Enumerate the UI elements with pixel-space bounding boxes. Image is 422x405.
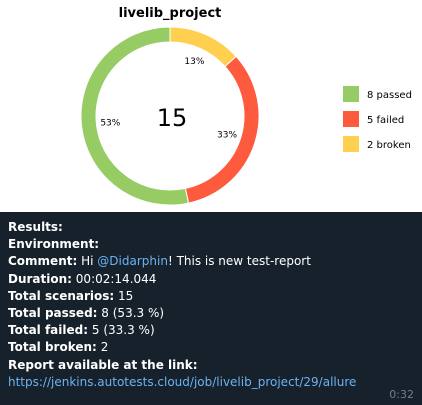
user-mention-link[interactable]: @Didarphin <box>97 254 168 268</box>
environment-heading: Environment: <box>8 237 100 252</box>
failed-line: Total failed: 5 (33.3 %) <box>8 322 356 339</box>
results-heading: Results: <box>8 220 63 234</box>
failed-label: Total failed: <box>8 323 89 338</box>
comment-greeting: Hi <box>81 254 94 269</box>
passed-value: 8 (53.3 %) <box>101 306 165 321</box>
failed-value: 5 (33.3 %) <box>91 323 155 338</box>
message-bubble: Results: Environment: Comment: Hi @Didar… <box>0 212 422 405</box>
comment-label: Comment: <box>8 254 78 269</box>
donut-chart: livelib_project 13% 33% 53% 15 8 passed 5 f… <box>80 6 412 206</box>
duration-label: Duration: <box>8 271 72 286</box>
broken-line: Total broken: 2 <box>8 339 356 356</box>
scenarios-value: 15 <box>118 288 134 303</box>
duration-value: 00:02:14.044 <box>75 271 157 286</box>
comment-text: ! This is new test-report <box>167 254 311 269</box>
broken-value: 2 <box>100 340 109 355</box>
slice-percent-label: 53% <box>100 118 120 128</box>
slice-percent-label: 13% <box>184 57 204 67</box>
slice-percent-label: 33% <box>217 131 237 141</box>
legend-label: 8 passed <box>367 90 412 101</box>
legend-swatch <box>343 136 359 152</box>
broken-label: Total broken: <box>8 340 97 355</box>
report-label: Report available at the link: <box>8 357 198 372</box>
chart-title: livelib_project <box>119 6 222 21</box>
allure-chart-image[interactable]: livelib_project 13% 33% 53% 15 8 passed 5 f… <box>0 0 422 212</box>
legend-swatch <box>343 86 359 102</box>
report-link[interactable]: https://jenkins.autotests.cloud/job/live… <box>8 374 356 391</box>
legend-swatch <box>343 111 359 127</box>
scenarios-line: Total scenarios: 15 <box>8 288 356 305</box>
passed-line: Total passed: 8 (53.3 %) <box>8 305 356 322</box>
message-text: Results: Environment: Comment: Hi @Didar… <box>8 219 356 391</box>
legend-label: 5 failed <box>367 115 404 126</box>
donut-center-total: 15 <box>157 104 188 132</box>
duration-line: Duration: 00:02:14.044 <box>8 271 356 288</box>
message-timestamp: 0:32 <box>389 388 414 401</box>
passed-label: Total passed: <box>8 306 98 321</box>
comment-line: Comment: Hi @Didarphin! This is new test… <box>8 253 356 270</box>
scenarios-label: Total scenarios: <box>8 288 115 303</box>
legend-label: 2 broken <box>367 140 411 151</box>
